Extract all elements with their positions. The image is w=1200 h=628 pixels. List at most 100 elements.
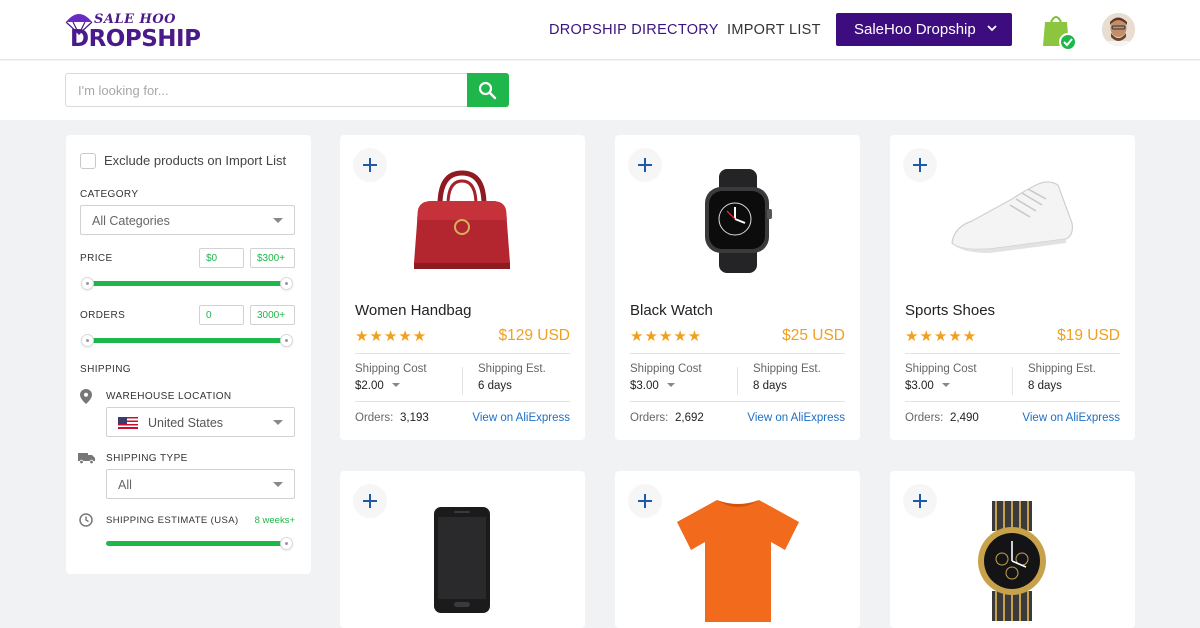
clock-icon <box>79 513 93 527</box>
category-select[interactable]: All Categories <box>80 205 295 235</box>
orders-min-value: 0 <box>206 310 212 321</box>
orders-count: 2,490 <box>950 412 979 424</box>
user-avatar[interactable] <box>1102 13 1135 46</box>
view-on-aliexpress-link[interactable]: View on AliExpress <box>472 412 570 424</box>
divider <box>1012 367 1013 395</box>
caret-down-icon <box>273 218 283 223</box>
salehoo-dropship-logo[interactable]: SALE HOO DROPSHIP <box>64 10 201 52</box>
caret-down-icon <box>273 420 283 425</box>
divider <box>462 367 463 395</box>
divider <box>905 353 1120 354</box>
search-input[interactable] <box>65 73 468 107</box>
shipping-cost-value: $2.00 <box>355 380 384 392</box>
plus-icon <box>913 158 927 172</box>
logo-bottom-text: DROPSHIP <box>70 26 201 52</box>
divider <box>905 401 1120 402</box>
product-card[interactable]: Black Watch ★★★★★ $25 USD Shipping Cost … <box>615 135 860 440</box>
add-to-import-button[interactable] <box>628 148 662 182</box>
top-header: SALE HOO DROPSHIP DROPSHIP DIRECTORY IMP… <box>0 0 1200 60</box>
product-card[interactable] <box>615 471 860 628</box>
add-to-import-button[interactable] <box>903 484 937 518</box>
exclude-import-checkbox[interactable] <box>80 153 96 169</box>
orders-label: Orders: <box>630 412 669 424</box>
orders-max-input[interactable]: 3000+ <box>250 305 295 325</box>
plus-icon <box>638 158 652 172</box>
caret-down-icon <box>273 482 283 487</box>
product-name: Sports Shoes <box>905 302 996 319</box>
account-dropdown-button[interactable]: SaleHoo Dropship <box>836 13 1012 46</box>
account-button-label: SaleHoo Dropship <box>854 21 976 38</box>
truck-icon <box>78 453 95 464</box>
shipping-label: SHIPPING <box>80 364 131 375</box>
divider <box>737 367 738 395</box>
caret-down-icon <box>666 383 675 387</box>
product-card[interactable] <box>340 471 585 628</box>
smartphone-product-image <box>434 507 490 613</box>
logo-top-text: SALE HOO <box>94 12 176 27</box>
plus-icon <box>913 494 927 508</box>
add-to-import-button[interactable] <box>628 484 662 518</box>
shipping-cost-dropdown[interactable]: $3.00 <box>905 380 950 392</box>
search-button[interactable] <box>467 73 509 107</box>
price-slider-min-handle[interactable] <box>81 277 94 290</box>
orders-label: Orders: <box>905 412 944 424</box>
orders-max-value: 3000+ <box>257 310 286 321</box>
price-min-value: $0 <box>206 253 218 264</box>
shipping-estimate-label: SHIPPING ESTIMATE (USA) <box>106 515 239 526</box>
add-to-import-button[interactable] <box>353 484 387 518</box>
add-to-import-button[interactable] <box>353 148 387 182</box>
shipping-est-label: Shipping Est. <box>1028 363 1096 375</box>
price-slider-max-handle[interactable] <box>280 277 293 290</box>
product-card[interactable]: Women Handbag ★★★★★ $129 USD Shipping Co… <box>340 135 585 440</box>
plus-icon <box>638 494 652 508</box>
view-on-aliexpress-link[interactable]: View on AliExpress <box>1022 412 1120 424</box>
location-pin-icon <box>80 389 92 404</box>
shipping-type-select[interactable]: All <box>106 469 295 499</box>
caret-down-icon <box>391 383 400 387</box>
shipping-cost-dropdown[interactable]: $3.00 <box>630 380 675 392</box>
shipping-est-label: Shipping Est. <box>478 363 546 375</box>
product-card[interactable] <box>890 471 1135 628</box>
price-min-input[interactable]: $0 <box>199 248 244 268</box>
product-name: Women Handbag <box>355 302 472 319</box>
orders-min-input[interactable]: 0 <box>199 305 244 325</box>
divider <box>630 401 845 402</box>
nav-import-list[interactable]: IMPORT LIST <box>727 22 821 38</box>
shipping-cost-value: $3.00 <box>630 380 659 392</box>
category-label: CATEGORY <box>80 189 139 200</box>
shipping-est-value: 6 days <box>478 380 512 392</box>
shipping-cost-label: Shipping Cost <box>630 363 702 375</box>
product-price: $129 USD <box>498 327 570 344</box>
shipping-cost-label: Shipping Cost <box>905 363 977 375</box>
price-max-input[interactable]: $300+ <box>250 248 295 268</box>
divider <box>355 353 570 354</box>
rating-stars: ★★★★★ <box>630 327 703 345</box>
exclude-import-label: Exclude products on Import List <box>104 153 287 168</box>
product-card[interactable]: Sports Shoes ★★★★★ $19 USD Shipping Cost… <box>890 135 1135 440</box>
product-name: Black Watch <box>630 302 713 319</box>
shipping-cost-value: $3.00 <box>905 380 934 392</box>
shipping-estimate-slider-track <box>106 541 286 546</box>
caret-down-icon <box>941 383 950 387</box>
wristwatch-gold-product-image <box>978 501 1046 621</box>
shipping-est-value: 8 days <box>1028 380 1062 392</box>
shipping-estimate-slider-handle[interactable] <box>280 537 293 550</box>
orders-slider-min-handle[interactable] <box>81 334 94 347</box>
search-icon <box>478 81 497 100</box>
nav-dropship-directory[interactable]: DROPSHIP DIRECTORY <box>549 22 719 38</box>
orders-slider-max-handle[interactable] <box>280 334 293 347</box>
filter-panel: Exclude products on Import List CATEGORY… <box>66 135 311 574</box>
product-price: $25 USD <box>782 327 845 344</box>
warehouse-location-value: United States <box>148 416 224 430</box>
shopping-bag-icon[interactable] <box>1043 12 1079 57</box>
watch-product-image <box>705 169 772 273</box>
view-on-aliexpress-link[interactable]: View on AliExpress <box>747 412 845 424</box>
shipping-cost-dropdown[interactable]: $2.00 <box>355 380 400 392</box>
price-slider-track <box>86 281 286 286</box>
plus-icon <box>363 158 377 172</box>
chevron-down-icon <box>987 25 997 32</box>
warehouse-location-select[interactable]: United States <box>106 407 295 437</box>
shipping-type-value: All <box>118 478 132 492</box>
add-to-import-button[interactable] <box>903 148 937 182</box>
rating-stars: ★★★★★ <box>355 327 428 345</box>
